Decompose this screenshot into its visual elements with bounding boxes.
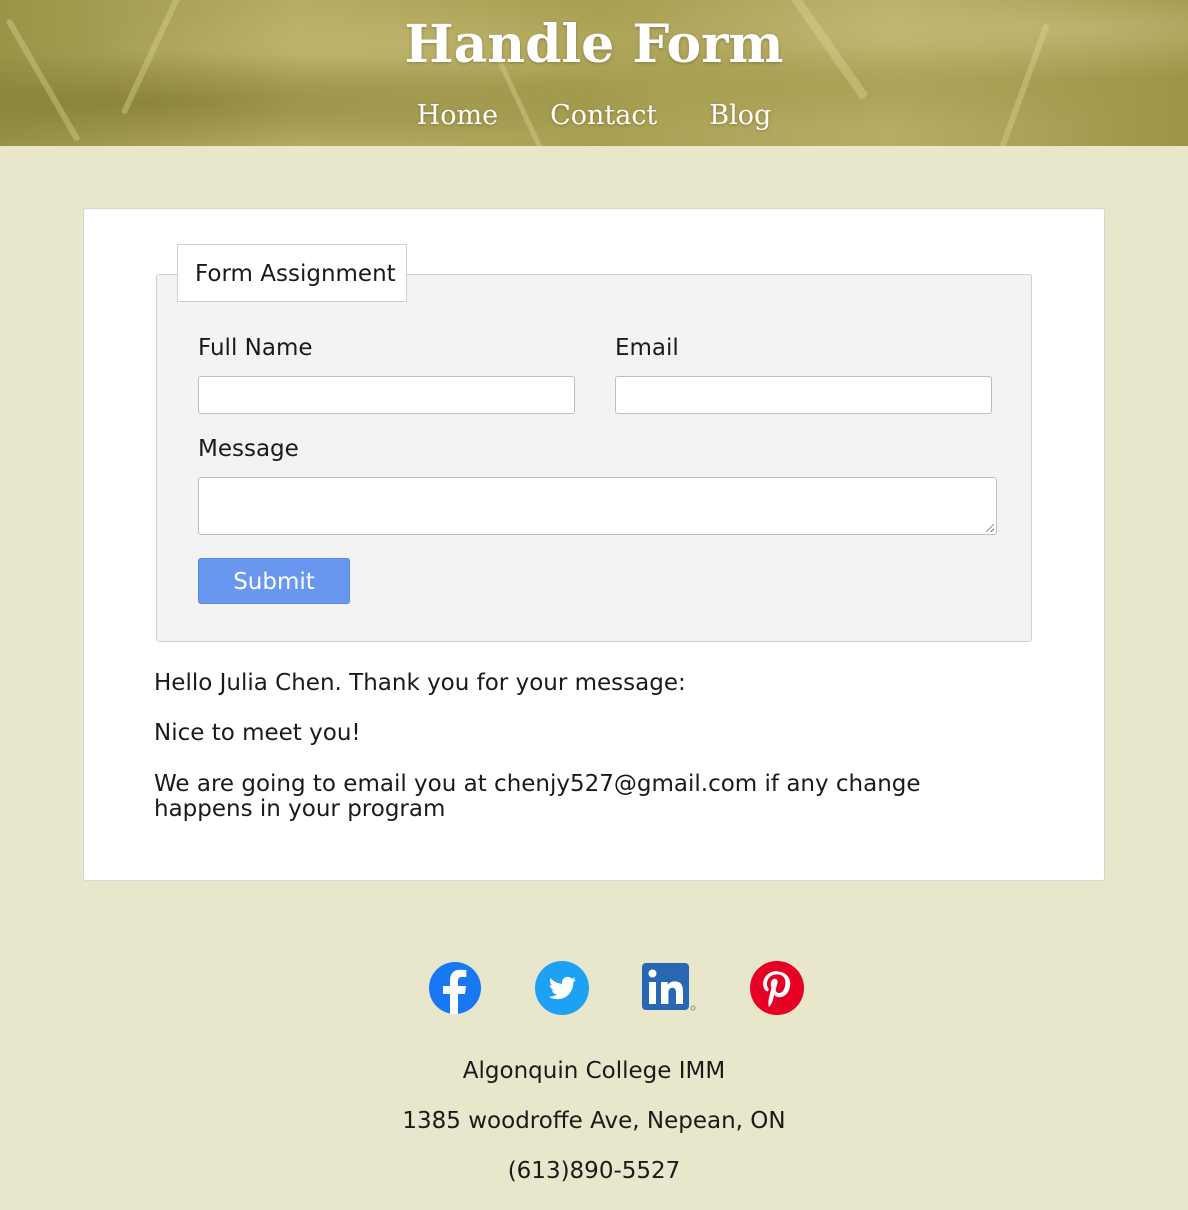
submit-button[interactable]: Submit: [198, 558, 350, 604]
nav-link-home[interactable]: Home: [417, 100, 498, 131]
footer-org: Algonquin College IMM: [462, 1058, 726, 1084]
email-input[interactable]: [615, 376, 992, 414]
form-legend: Form Assignment: [177, 244, 407, 302]
resize-handle-icon[interactable]: [986, 524, 994, 532]
content-card: Full Name Email Message Form Assignment …: [83, 208, 1105, 881]
footer-phone: (613)890-5527: [507, 1158, 681, 1184]
nav-link-blog[interactable]: Blog: [709, 100, 771, 131]
site-title: Handle Form: [404, 14, 784, 75]
email-label: Email: [615, 335, 679, 361]
message-label: Message: [198, 436, 299, 462]
full-name-label: Full Name: [198, 335, 313, 361]
response-email-notice: We are going to email you at chenjy527@g…: [154, 771, 921, 822]
linkedin-icon[interactable]: [641, 960, 697, 1016]
message-textarea[interactable]: [198, 477, 997, 535]
facebook-icon[interactable]: [427, 960, 483, 1016]
site-header: Handle Form Home Contact Blog: [0, 0, 1188, 146]
twitter-icon[interactable]: [534, 960, 590, 1016]
response-greeting: Hello Julia Chen. Thank you for your mes…: [154, 670, 686, 696]
pinterest-icon[interactable]: [749, 960, 805, 1016]
full-name-input[interactable]: [198, 376, 575, 414]
nav-link-contact[interactable]: Contact: [550, 100, 657, 131]
footer-address: 1385 woodroffe Ave, Nepean, ON: [402, 1108, 786, 1134]
main-nav: Home Contact Blog: [0, 100, 1188, 131]
response-message: Nice to meet you!: [154, 720, 361, 746]
